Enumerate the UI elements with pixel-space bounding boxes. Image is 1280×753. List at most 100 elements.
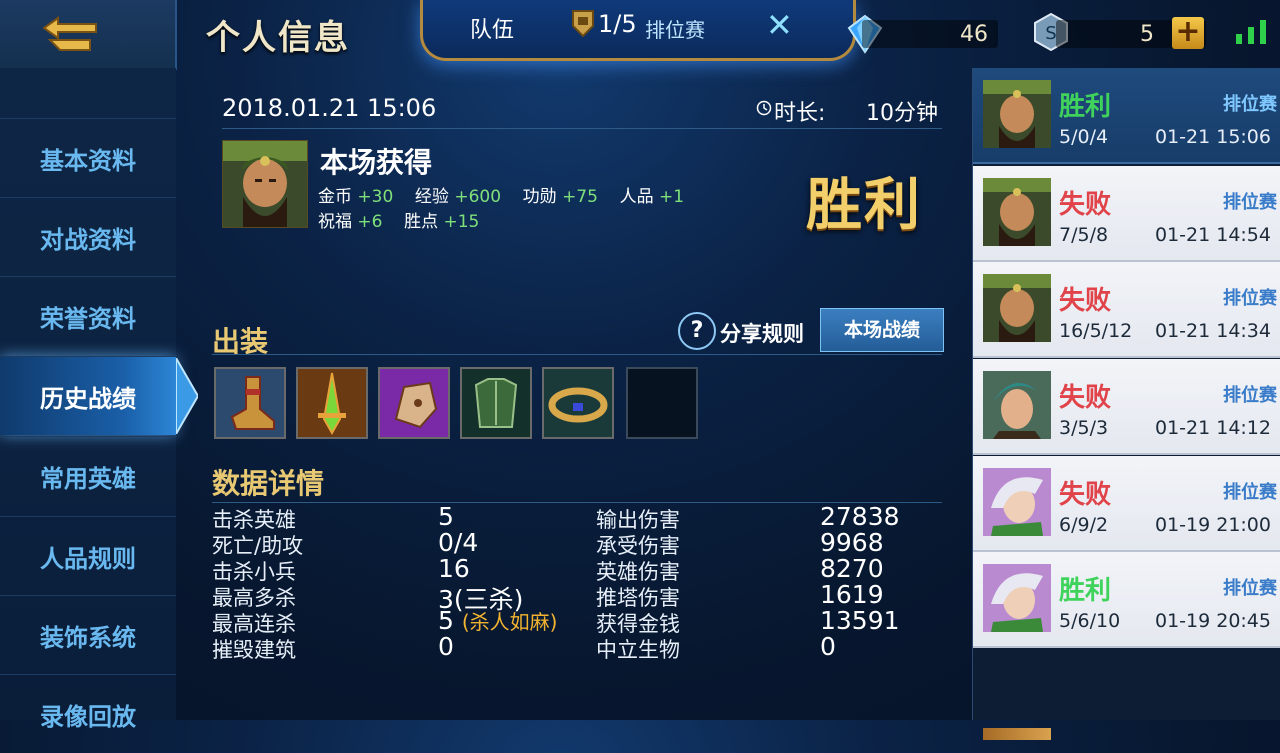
guan-yu-avatar	[983, 178, 1051, 246]
time-label: 01-21 14:54	[1154, 224, 1271, 246]
sidebar-item-label: 历史战绩	[40, 385, 136, 413]
reward-label: 经验	[414, 187, 449, 207]
reward-value: +15	[443, 212, 480, 232]
add-currency-button[interactable]: +	[1172, 17, 1204, 49]
victory-banner: 胜利	[806, 173, 922, 238]
sidebar-item-label: 常用英雄	[40, 465, 136, 493]
teal-hair-hero-avatar	[983, 371, 1051, 439]
time-label: 01-21 15:06	[1154, 126, 1271, 148]
ring-icon	[544, 369, 612, 437]
sidebar-item-label: 荣誉资料	[40, 305, 136, 333]
boots-icon	[216, 369, 284, 437]
reward-label: 金币	[318, 187, 352, 207]
mode-label: 排位赛	[1223, 482, 1277, 503]
sword-icon	[298, 369, 366, 437]
reward-value: +30	[357, 187, 394, 207]
sidebar-item-label: 装饰系统	[40, 624, 136, 652]
silver-hair-hero-avatar	[983, 564, 1051, 632]
history-card[interactable]: 胜利 排位赛 5/6/10 01-19 20:45	[973, 552, 1280, 648]
diamond-amount: 46	[960, 22, 988, 47]
reward-label: 祝福	[318, 212, 352, 232]
armor-icon	[462, 369, 530, 437]
stat-label: 摧毁建筑	[212, 638, 296, 662]
party-count: 1/5	[598, 10, 637, 38]
top-bar: 个人信息 队伍 1/5 排位赛 ✕ 46 S 5 +	[0, 0, 1280, 70]
stat-value: 0/4	[438, 528, 479, 557]
reward-label: 人品	[619, 187, 654, 207]
history-card[interactable]: 失败 排位赛 16/5/12 01-21 14:34	[973, 262, 1280, 358]
page-title: 个人信息	[206, 18, 350, 58]
sidebar-item-label: 人品规则	[40, 545, 136, 573]
streak-tag: (杀人如麻)	[461, 610, 558, 634]
history-card[interactable]: 胜利 排位赛 5/0/4 01-21 15:06	[973, 68, 1280, 164]
match-datetime: 2018.01.21 15:06	[222, 94, 437, 122]
result-label: 失败	[1059, 480, 1112, 510]
svg-text:S: S	[1045, 23, 1056, 44]
item-slot-empty[interactable]	[626, 367, 698, 439]
history-card[interactable]: 失败 排位赛 7/5/8 01-21 14:54	[973, 166, 1280, 262]
mode-label: 排位赛	[1223, 578, 1277, 599]
close-icon[interactable]: ✕	[766, 6, 793, 44]
diamond-balance: 46	[862, 20, 998, 48]
team-tab[interactable]: 队伍	[470, 12, 514, 44]
signal-strength-icon	[1236, 20, 1266, 44]
sidebar-item-basic-info[interactable]: 基本资料	[0, 118, 176, 197]
kda-label: 5/0/4	[1059, 126, 1109, 148]
item-slot-sword[interactable]	[296, 367, 368, 439]
guan-yu-avatar	[983, 80, 1051, 148]
sidebar-item-frequent-heroes[interactable]: 常用英雄	[0, 436, 176, 515]
stat-value: 8270	[820, 554, 884, 583]
share-rules-link[interactable]: 分享规则	[720, 318, 804, 348]
sidebar-item-match-history[interactable]: 历史战绩	[0, 356, 176, 435]
help-icon[interactable]: ?	[678, 312, 716, 350]
gauntlet-icon	[380, 369, 448, 437]
sidebar-item-honor-info[interactable]: 荣誉资料	[0, 276, 176, 355]
history-card[interactable]: 失败 排位赛 6/9/2 01-19 21:00	[973, 456, 1280, 552]
result-label: 失败	[1059, 383, 1112, 413]
time-label: 01-19 21:00	[1154, 514, 1271, 536]
kda-label: 16/5/12	[1059, 320, 1133, 342]
history-card-partial	[983, 728, 1051, 740]
active-indicator-arrow	[176, 358, 198, 434]
stat-value: 0	[438, 632, 454, 661]
stat-value: 5	[438, 502, 454, 531]
sidebar-item-decoration-system[interactable]: 装饰系统	[0, 595, 176, 674]
item-slot-ring[interactable]	[542, 367, 614, 439]
history-card[interactable]: 失败 排位赛 3/5/3 01-21 14:12	[973, 359, 1280, 455]
match-history-list[interactable]: 胜利 排位赛 5/0/4 01-21 15:06 失败 排位赛 7/5/8 01…	[972, 68, 1280, 740]
item-slot-armor[interactable]	[460, 367, 532, 439]
coupon-amount: 5	[1140, 22, 1154, 47]
rewards-title: 本场获得	[320, 146, 433, 179]
match-stats-button[interactable]: 本场战绩	[820, 308, 944, 352]
mode-label: 排位赛	[1223, 385, 1277, 406]
kda-label: 3/5/3	[1059, 417, 1109, 439]
stat-value: 9968	[820, 528, 884, 557]
duration-label: 时长:	[774, 101, 826, 126]
stat-value: 1619	[820, 580, 884, 609]
stat-value: 13591	[820, 606, 900, 635]
kda-label: 6/9/2	[1059, 514, 1109, 536]
reward-value: +600	[454, 187, 502, 207]
item-slot-gauntlet[interactable]	[378, 367, 450, 439]
sidebar-item-label: 对战资料	[40, 226, 136, 254]
reward-label: 功勋	[522, 187, 557, 207]
kda-label: 7/5/8	[1059, 224, 1109, 246]
reward-value: +6	[357, 212, 383, 232]
item-slot-boots[interactable]	[214, 367, 286, 439]
sidebar-item-reputation-rules[interactable]: 人品规则	[0, 516, 176, 595]
time-label: 01-21 14:34	[1154, 320, 1271, 342]
sidebar-item-label: 录像回放	[40, 703, 136, 731]
guan-yu-avatar	[983, 274, 1051, 342]
sidebar-item-label: 基本资料	[40, 147, 136, 175]
stat-value-number: 5	[438, 606, 454, 635]
result-label: 失败	[1059, 286, 1112, 316]
rewards-row: 祝福 +6 胜点 +15	[318, 207, 479, 232]
back-button[interactable]	[0, 0, 177, 70]
reward-value: +75	[562, 187, 598, 207]
silver-hair-hero-avatar	[983, 468, 1051, 536]
result-label: 失败	[1059, 190, 1112, 220]
hero-portrait	[222, 140, 308, 228]
sidebar-item-battle-info[interactable]: 对战资料	[0, 197, 176, 276]
reward-label: 胜点	[404, 212, 439, 232]
sidebar-item-replay[interactable]: 录像回放	[0, 674, 176, 753]
